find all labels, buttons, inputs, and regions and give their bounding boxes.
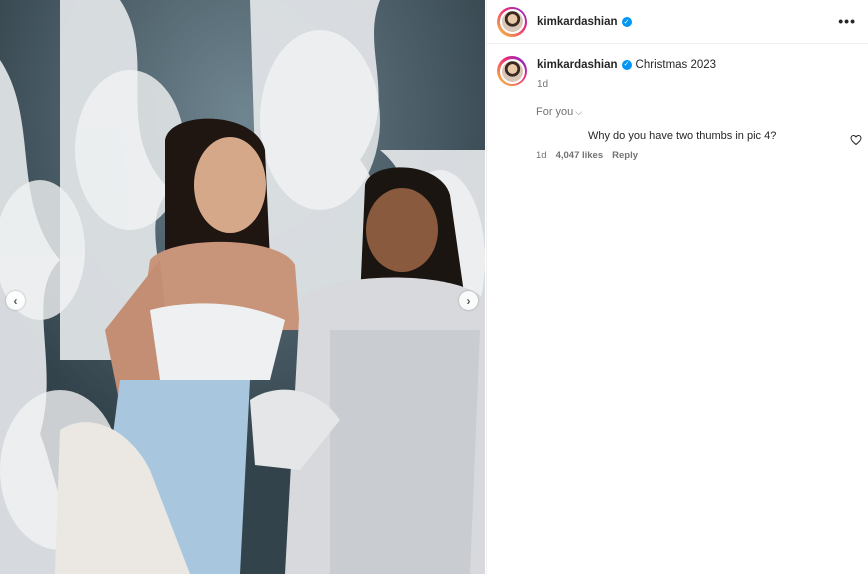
avatar xyxy=(499,58,525,84)
post-photo xyxy=(0,0,485,574)
next-photo-button[interactable]: › xyxy=(459,291,478,310)
sort-label: For you xyxy=(536,106,574,118)
post-media[interactable]: ‹ › xyxy=(0,0,485,574)
header-avatar[interactable] xyxy=(497,6,527,37)
chevron-right-icon: › xyxy=(466,293,471,308)
post-caption: kimkardashian ✓ Christmas 2023 1d xyxy=(487,44,868,90)
comment-timestamp[interactable]: 1d xyxy=(536,150,547,161)
reply-button[interactable]: Reply xyxy=(612,150,638,161)
header-username[interactable]: kimkardashian xyxy=(537,16,618,28)
verified-badge-icon: ✓ xyxy=(621,59,632,70)
post-header: kimkardashian ✓ ••• xyxy=(487,0,868,44)
comment-likes[interactable]: 4,047 likes xyxy=(556,150,604,161)
like-heart-icon[interactable] xyxy=(850,134,862,146)
comment-meta: 1d 4,047 likes Reply xyxy=(536,150,856,161)
caption-text: Christmas 2023 xyxy=(635,59,717,71)
comment-item: Why do you have two thumbs in pic 4? 1d … xyxy=(536,130,856,161)
chevron-down-icon: ⌵ xyxy=(575,107,583,117)
caption-username[interactable]: kimkardashian xyxy=(537,59,618,71)
verified-badge-icon: ✓ xyxy=(621,16,632,27)
chevron-left-icon: ‹ xyxy=(13,293,18,308)
more-options-icon[interactable]: ••• xyxy=(838,13,856,29)
comment-sort-dropdown[interactable]: For you ⌵ xyxy=(536,106,582,118)
caption-avatar[interactable] xyxy=(497,56,527,86)
previous-photo-button[interactable]: ‹ xyxy=(6,291,25,310)
comment-text: Why do you have two thumbs in pic 4? xyxy=(588,130,777,142)
caption-timestamp[interactable]: 1d xyxy=(537,79,716,90)
post-sidebar: kimkardashian ✓ ••• kimkardashian ✓ Christ… xyxy=(486,0,868,574)
avatar xyxy=(499,9,525,34)
